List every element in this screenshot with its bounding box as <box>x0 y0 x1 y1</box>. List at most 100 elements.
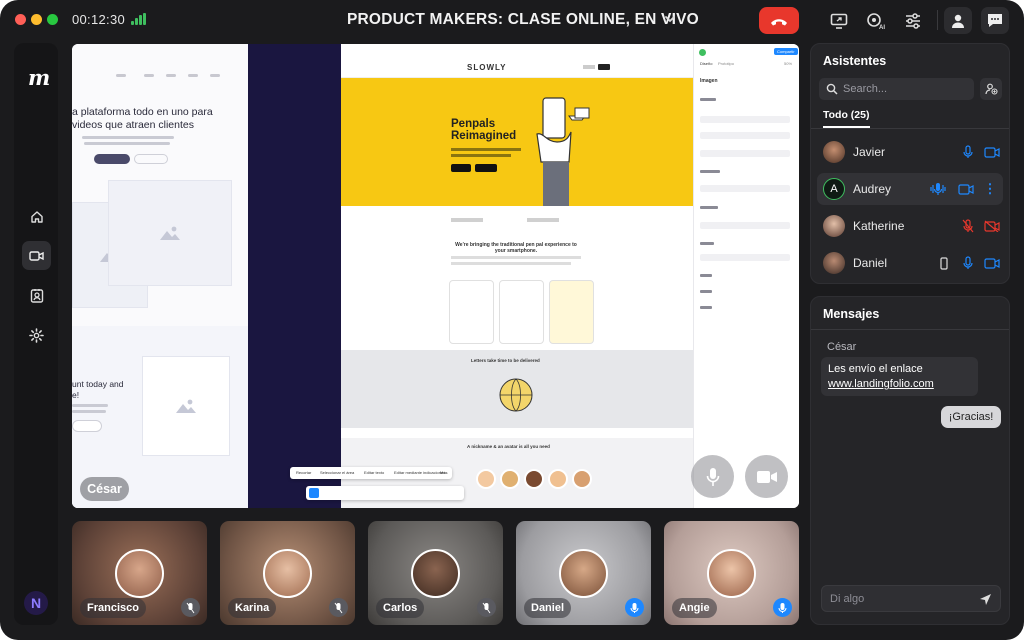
close-window-button[interactable] <box>15 14 26 25</box>
divider <box>811 128 1009 129</box>
image-edit-toolbar: Recortar Seleccionar el área Editar text… <box>290 467 452 479</box>
sidebar-item-contacts[interactable] <box>22 281 51 310</box>
phone-mockup <box>449 280 494 344</box>
app-logo: m <box>28 65 51 90</box>
ai-button[interactable]: AI <box>862 7 890 34</box>
profile-button[interactable] <box>944 7 972 34</box>
panel-share-button: Compartir <box>774 48 798 55</box>
meeting-title[interactable]: PRODUCT MAKERS: CLASE ONLINE, EN VIVO <box>347 11 699 29</box>
participant-name: Karina <box>228 598 277 618</box>
panel-field <box>700 254 790 261</box>
contact-icon <box>30 289 43 303</box>
site-brand: SLOWLY <box>467 63 507 72</box>
message-link[interactable]: www.landingfolio.com <box>828 378 934 390</box>
search-input[interactable]: Search... <box>819 78 974 100</box>
attendee-name: Daniel <box>853 256 888 270</box>
attendee-row[interactable]: Daniel <box>817 247 1003 279</box>
end-call-button[interactable] <box>759 7 799 34</box>
attendee-row[interactable]: Katherine <box>817 210 1003 242</box>
send-icon[interactable] <box>979 593 992 606</box>
attendee-row[interactable]: A Audrey ⋮ <box>817 173 1003 205</box>
attendees-panel: Asistentes Search... Todo (25) Javier A … <box>810 43 1010 284</box>
left-sidebar: m N <box>14 43 58 625</box>
user-icon <box>952 14 964 28</box>
microphone-speaking-icon[interactable] <box>929 180 947 198</box>
message-placeholder: Di algo <box>830 593 865 605</box>
image-icon <box>160 226 180 240</box>
page-headline-3: unt today and <box>72 379 124 389</box>
letters-heading: Letters take time to be delivered <box>471 358 540 363</box>
chevron-down-icon[interactable] <box>664 14 676 24</box>
avatar <box>548 469 568 489</box>
microphone-icon[interactable] <box>959 143 977 161</box>
image-placeholder <box>142 356 230 456</box>
tab-all[interactable]: Todo (25) <box>823 109 869 121</box>
participant-tile[interactable]: Carlos <box>368 521 503 625</box>
avatar <box>115 549 164 598</box>
minimize-window-button[interactable] <box>31 14 42 25</box>
microphone-icon[interactable] <box>959 254 977 272</box>
hero-title: Penpals Reimagined <box>451 118 517 142</box>
app-window: 00:12:30 PRODUCT MAKERS: CLASE ONLINE, E… <box>0 0 1024 640</box>
app-store-badge <box>451 164 471 172</box>
page-headline-2: videos que atraen clientes <box>72 119 194 131</box>
microphone-icon <box>625 598 644 617</box>
maximize-window-button[interactable] <box>47 14 58 25</box>
cursor-tool-icon <box>309 488 319 498</box>
more-options-icon[interactable]: ⋮ <box>981 180 999 198</box>
video-icon[interactable] <box>983 143 1001 161</box>
chat-button[interactable] <box>981 7 1009 34</box>
video-icon[interactable] <box>983 254 1001 272</box>
add-user-button[interactable] <box>980 78 1002 100</box>
page-nav <box>116 72 234 80</box>
attendee-name: Javier <box>853 145 886 159</box>
avatar <box>411 549 460 598</box>
avatar <box>524 469 544 489</box>
participant-name: Carlos <box>376 598 425 618</box>
text-line <box>82 136 174 139</box>
chat-icon <box>988 14 1002 27</box>
sidebar-item-settings[interactable] <box>22 321 51 350</box>
video-icon[interactable] <box>957 180 975 198</box>
avatar <box>572 469 592 489</box>
participant-tile[interactable]: Daniel <box>516 521 651 625</box>
page-headline-4: e! <box>72 390 80 400</box>
attendee-row[interactable]: Javier <box>817 136 1003 168</box>
svg-text:AI: AI <box>879 25 885 30</box>
panel-label <box>700 98 716 101</box>
panel-section-title: Imagen <box>700 78 718 84</box>
design-panel: Compartir Diseño Prototipo 50% Imagen <box>693 44 799 508</box>
video-icon <box>29 250 44 261</box>
avatar-row <box>476 469 592 491</box>
video-icon <box>756 470 777 483</box>
camera-button[interactable] <box>745 455 788 498</box>
avatar: A <box>823 178 845 200</box>
canvas-background <box>248 44 341 508</box>
presenter-name-tag: César <box>80 477 129 501</box>
attendee-name: Katherine <box>853 219 905 233</box>
microphone-icon <box>706 467 719 486</box>
settings-button[interactable] <box>899 7 927 34</box>
google-play-badge <box>475 164 497 172</box>
sidebar-item-home[interactable] <box>22 202 51 231</box>
toolbar-divider <box>937 10 938 30</box>
mic-button[interactable] <box>691 455 734 498</box>
hero-text <box>451 148 521 151</box>
toolbar-select: Seleccionar el área <box>320 470 355 475</box>
mic-off-icon[interactable] <box>959 217 977 235</box>
share-screen-button[interactable] <box>825 7 853 34</box>
signal-strength-icon <box>131 13 147 25</box>
section-heading: We're bringing the traditional pen pal e… <box>455 242 577 254</box>
avatar <box>559 549 608 598</box>
participant-tile[interactable]: Karina <box>220 521 355 625</box>
participant-tile[interactable]: Angie <box>664 521 799 625</box>
settings-sliders-icon <box>906 12 920 29</box>
avatar <box>823 215 845 237</box>
add-user-icon <box>984 83 998 95</box>
sidebar-item-video[interactable] <box>22 241 51 270</box>
participant-tile[interactable]: Francisco <box>72 521 207 625</box>
phone-mockup <box>549 280 594 344</box>
panel-field <box>700 185 790 192</box>
video-off-icon[interactable] <box>983 217 1001 235</box>
message-input[interactable]: Di algo <box>821 585 1001 612</box>
